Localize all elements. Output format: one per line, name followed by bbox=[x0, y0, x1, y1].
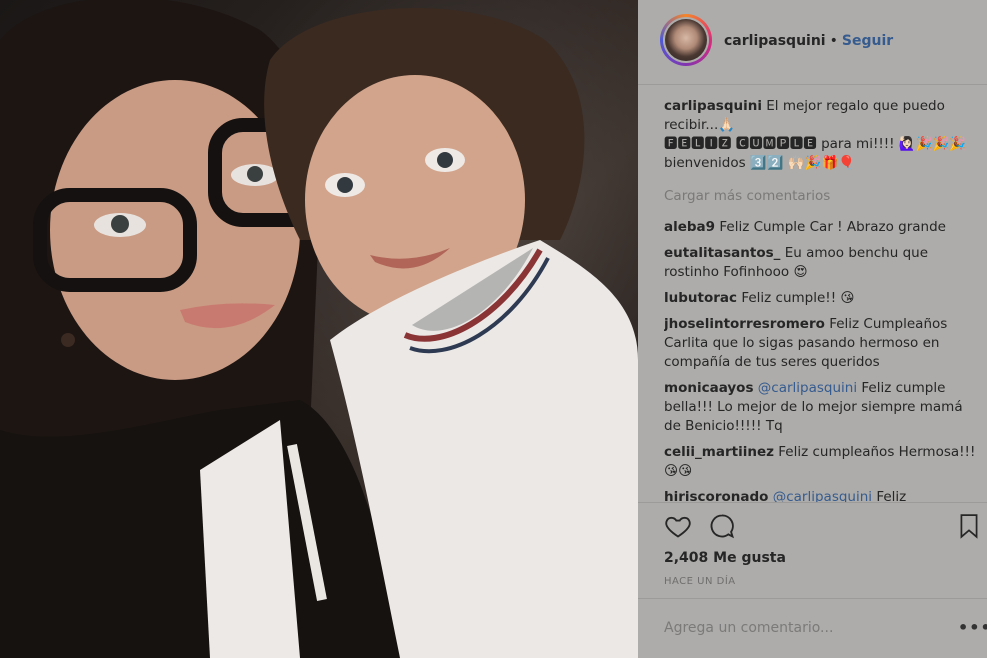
comment-username[interactable]: hiriscoronado bbox=[664, 489, 768, 502]
comment-mention[interactable]: @carlipasquini bbox=[758, 380, 857, 396]
avatar-image bbox=[665, 19, 707, 61]
load-more-comments[interactable]: Cargar más comentarios bbox=[664, 187, 978, 206]
comment-username[interactable]: aleba9 bbox=[664, 219, 715, 235]
comment-text: Feliz cumpleaños Hermosa!!! bbox=[778, 444, 976, 460]
avatar[interactable] bbox=[660, 14, 712, 66]
post-sidebar: carlipasquini • Seguir carlipasquini El me… bbox=[638, 0, 987, 658]
caption-username[interactable]: carlipasquini bbox=[664, 98, 762, 114]
comment-icon[interactable] bbox=[708, 512, 736, 544]
comment-item: hiriscoronado @carlipasquini Feliz bbox=[664, 488, 978, 502]
caption-text-line2: 🅵🅴🅻🅸🆉 🅲🆄🅼🅿🅻🅴 para mi!!!! 🙋🏻‍♀️🎉🎉🎉 bienve… bbox=[664, 136, 967, 171]
post-timestamp: HACE UN DÍA bbox=[664, 576, 736, 587]
comment-emoji: 😍 bbox=[793, 264, 808, 280]
comment-emoji: 😘 bbox=[840, 290, 855, 306]
more-options-icon[interactable]: ••• bbox=[958, 618, 987, 637]
header-username[interactable]: carlipasquini bbox=[724, 33, 826, 49]
comment-username[interactable]: jhoselintorresromero bbox=[664, 316, 825, 332]
comment-mention[interactable]: @carlipasquini bbox=[773, 489, 872, 502]
post-header: carlipasquini • Seguir bbox=[638, 0, 987, 85]
add-comment-input[interactable]: Agrega un comentario... bbox=[664, 620, 833, 636]
comment-item: monicaayos @carlipasquini Feliz cumple b… bbox=[664, 379, 978, 436]
comment-item: eutalitasantos_ Eu amoo benchu que rosti… bbox=[664, 244, 978, 282]
comments-list: carlipasquini El mejor regalo que puedo … bbox=[664, 97, 978, 502]
actions-divider bbox=[638, 502, 987, 503]
header-separator: • bbox=[829, 33, 838, 49]
comment-username[interactable]: eutalitasantos_ bbox=[664, 245, 780, 261]
comment-username[interactable]: monicaayos bbox=[664, 380, 754, 396]
comment-text: Feliz Cumple Car ! Abrazo grande bbox=[719, 219, 946, 235]
post-photo[interactable] bbox=[0, 0, 638, 658]
comment-username[interactable]: lubutorac bbox=[664, 290, 737, 306]
photo-illustration bbox=[0, 0, 638, 658]
comment-item: lubutorac Feliz cumple!! 😘 bbox=[664, 289, 978, 308]
follow-button[interactable]: Seguir bbox=[842, 33, 893, 49]
comment-item: aleba9 Feliz Cumple Car ! Abrazo grande bbox=[664, 218, 978, 237]
comment-item: jhoselintorresromero Feliz Cumpleaños Ca… bbox=[664, 315, 978, 372]
comment-divider bbox=[638, 598, 987, 599]
instagram-post: carlipasquini • Seguir carlipasquini El me… bbox=[0, 0, 987, 658]
comment-item: celii_martiinez Feliz cumpleaños Hermosa… bbox=[664, 443, 978, 481]
avatar-frame bbox=[663, 17, 709, 63]
bookmark-icon[interactable] bbox=[956, 512, 982, 544]
comment-emoji: 😘😘 bbox=[664, 463, 693, 479]
action-bar bbox=[664, 512, 987, 544]
comment-text: Feliz bbox=[876, 489, 907, 502]
likes-count[interactable]: 2,408 Me gusta bbox=[664, 550, 786, 566]
comment-text: Feliz cumple!! bbox=[741, 290, 837, 306]
header-username-row: carlipasquini • Seguir bbox=[724, 33, 893, 49]
caption: carlipasquini El mejor regalo que puedo … bbox=[664, 97, 978, 173]
heart-icon[interactable] bbox=[664, 512, 692, 544]
comment-username[interactable]: celii_martiinez bbox=[664, 444, 774, 460]
